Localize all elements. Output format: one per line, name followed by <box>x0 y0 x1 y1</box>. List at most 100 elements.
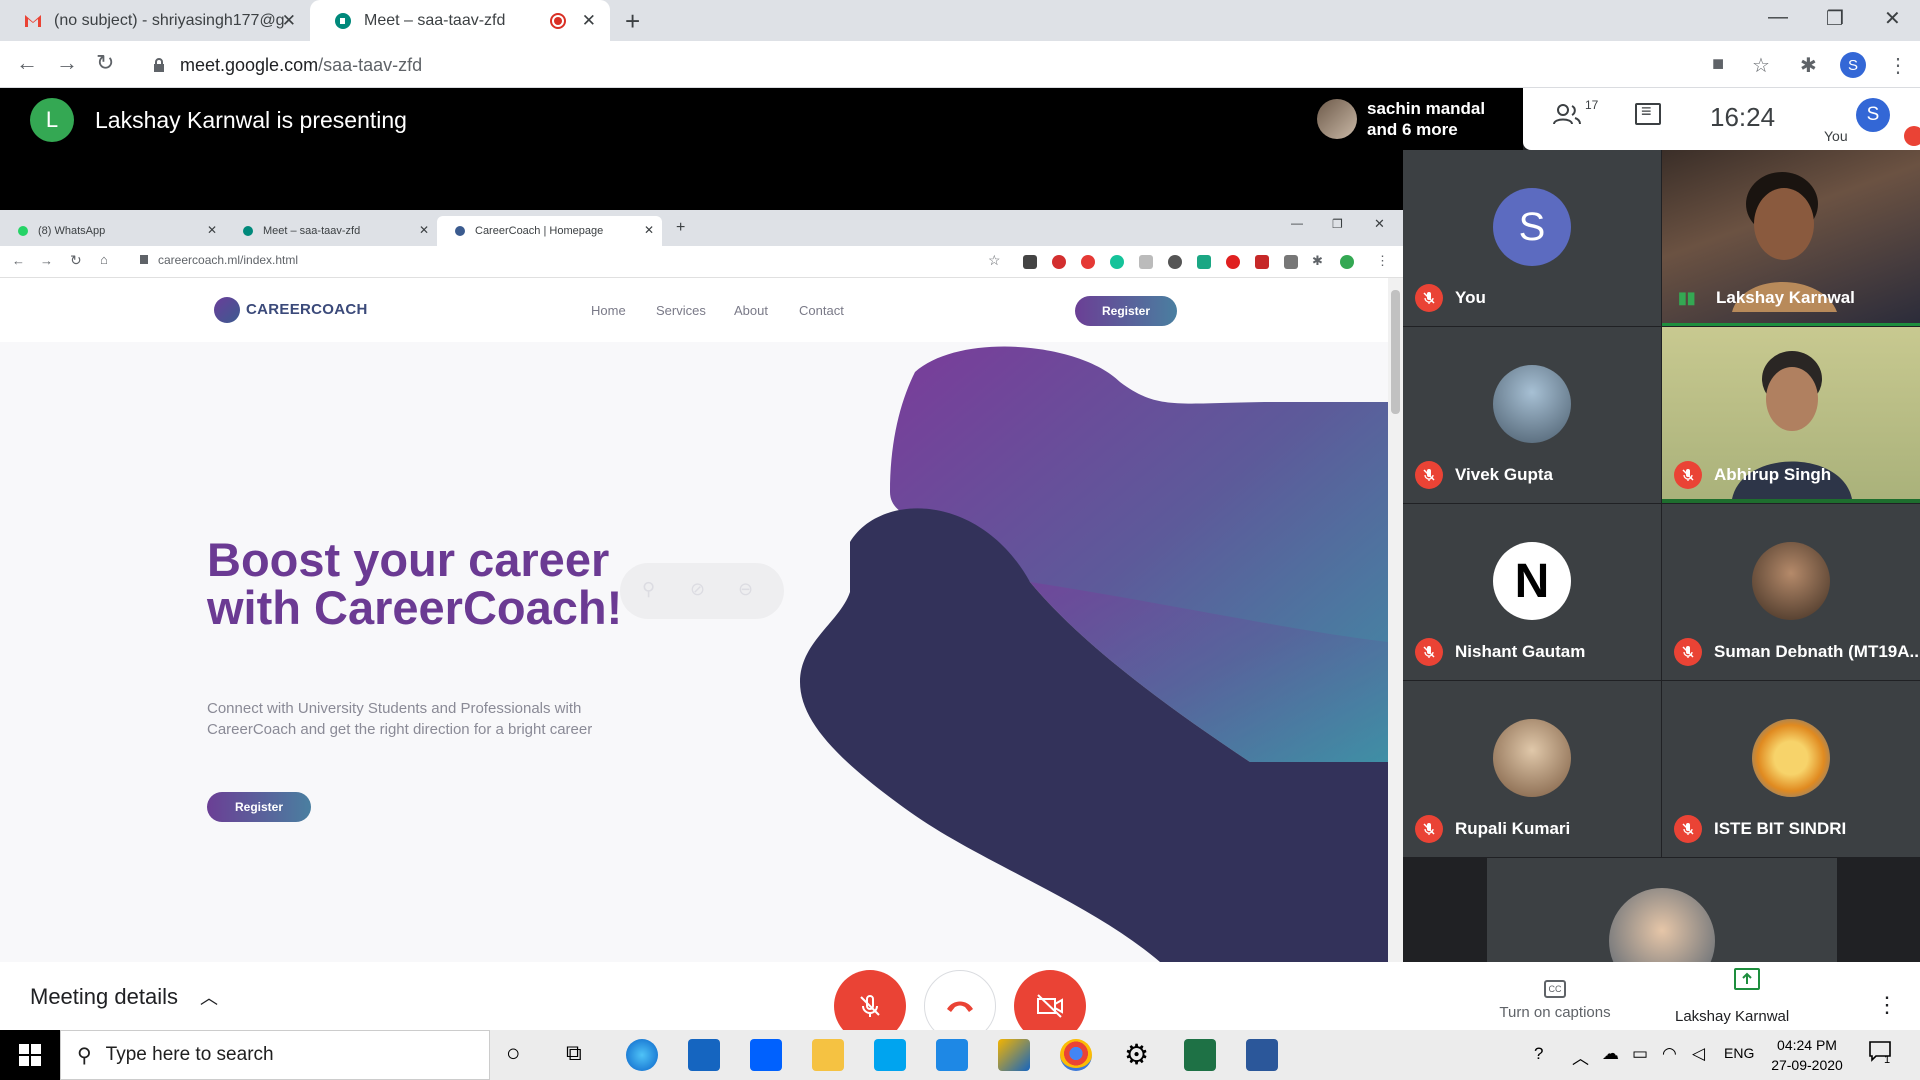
forward-icon[interactable]: → <box>56 50 78 76</box>
camera-blocked-icon[interactable]: ■ <box>1712 53 1724 76</box>
url-field[interactable]: meet.google.com/saa-taav-zfd <box>140 46 1720 84</box>
close-tab-icon[interactable]: ✕ <box>582 11 596 31</box>
participant-video-tile[interactable]: ▮▮ Lakshay Karnwal <box>1662 150 1920 326</box>
self-avatar[interactable]: S <box>1856 98 1890 132</box>
help-icon[interactable]: ? <box>1534 1044 1543 1064</box>
captions-icon: CC <box>1544 980 1566 998</box>
onedrive-icon[interactable]: ☁ <box>1602 1044 1619 1064</box>
word-icon[interactable] <box>1246 1039 1278 1071</box>
close-tab-icon[interactable]: ✕ <box>282 11 296 31</box>
chat-icon[interactable] <box>1635 101 1661 125</box>
mute-icon[interactable]: ⊘ <box>690 579 705 600</box>
others-line1: sachin mandal <box>1367 99 1486 118</box>
participant-avatar <box>1317 99 1357 139</box>
lock-icon <box>140 255 148 264</box>
extension-icon <box>1284 255 1298 269</box>
remove-icon[interactable]: ⊖ <box>738 579 753 600</box>
participant-avatar <box>1752 719 1830 797</box>
chevron-up-icon[interactable]: ︿ <box>200 984 218 1010</box>
site-logo: CAREERCOACH <box>246 301 368 318</box>
careercoach-icon <box>455 226 465 236</box>
extension-icon <box>1052 255 1066 269</box>
excel-icon[interactable] <box>1184 1039 1216 1071</box>
tray-clock[interactable]: 04:24 PM 27-09-2020 <box>1762 1035 1852 1075</box>
settings-gear-icon[interactable]: ⚙ <box>1124 1038 1149 1071</box>
mail-icon[interactable] <box>936 1039 968 1071</box>
battery-icon[interactable]: ▭ <box>1632 1044 1648 1064</box>
shared-tab-strip: (8) WhatsApp ✕ Meet – saa-taav-zfd ✕ Car… <box>0 210 1403 246</box>
action-center-button[interactable]: 1 <box>1868 1040 1898 1070</box>
other-participants-chip[interactable]: sachin mandal and 6 more <box>1307 88 1523 150</box>
participant-video-tile[interactable]: Abhirup Singh <box>1662 327 1920 503</box>
participant-tile[interactable]: ISTE BIT SINDRI <box>1662 681 1920 857</box>
volume-icon[interactable]: ◁ <box>1692 1044 1705 1064</box>
vscode-icon[interactable] <box>874 1039 906 1071</box>
input-language[interactable]: ENG <box>1724 1045 1754 1061</box>
participant-tile[interactable]: Suman Debnath (MT19A... <box>1662 504 1920 680</box>
shared-address-bar: ← → ↻ ⌂ careercoach.ml/index.html ☆ ✱ ⋮ <box>0 246 1403 278</box>
profile-avatar <box>1340 255 1354 269</box>
presenting-label: Lakshay Karnwal is presenting <box>95 107 407 133</box>
profile-avatar[interactable]: S <box>1840 52 1866 78</box>
extensions-icon: ✱ <box>1312 253 1323 268</box>
self-label: You <box>1824 128 1848 144</box>
reload-icon[interactable]: ↻ <box>96 50 114 76</box>
shared-tab-title: CareerCoach | Homepage <box>475 225 604 237</box>
site-header: CAREERCOACH Home Services About Contact … <box>0 278 1388 342</box>
participant-tile[interactable]: N Nishant Gautam <box>1403 504 1661 680</box>
active-speaker-border <box>1662 323 1920 326</box>
back-icon: ← <box>12 253 25 268</box>
participant-name: Nishant Gautam <box>1455 642 1586 661</box>
menu-dots-icon: ⋮ <box>1376 253 1389 268</box>
site-register-button: Register <box>1075 296 1177 326</box>
meeting-details-button[interactable]: Meeting details <box>30 984 178 1010</box>
participant-name: Rupali Kumari <box>1455 819 1571 838</box>
taskbar-search-box[interactable]: ⚲ Type here to search <box>60 1030 490 1080</box>
more-options-icon[interactable]: ⋮ <box>1876 992 1898 1018</box>
dropbox-icon[interactable] <box>750 1039 782 1071</box>
wifi-icon[interactable]: ◠ <box>1662 1044 1677 1064</box>
captions-button[interactable]: CC Turn on captions <box>1490 980 1620 1021</box>
minimize-icon[interactable]: — <box>1768 6 1788 29</box>
participant-tile[interactable]: S You <box>1403 150 1661 326</box>
hero-register-button: Register <box>207 792 311 822</box>
maximize-icon[interactable]: ❐ <box>1826 6 1844 31</box>
participant-grid: S You ▮▮ Lakshay Karnwal Vivek Gupta Abh… <box>1403 150 1920 962</box>
back-icon[interactable]: ← <box>16 50 38 76</box>
participant-tile[interactable] <box>1487 858 1837 962</box>
tab-gmail[interactable]: (no subject) - shriyasingh177@gr ✕ <box>0 0 310 41</box>
tab-meet[interactable]: Meet – saa-taav-zfd ✕ <box>310 0 610 41</box>
extension-icon <box>1023 255 1037 269</box>
site-nav-contact: Contact <box>799 303 844 318</box>
close-icon: ✕ <box>206 223 217 237</box>
close-icon: ✕ <box>643 223 654 237</box>
cortana-icon[interactable]: ○ <box>506 1040 521 1068</box>
meet-bottom-bar: Meeting details ︿ CC Turn on captions La… <box>0 962 1920 1042</box>
extensions-icon[interactable]: ✱ <box>1800 53 1817 78</box>
shared-tab-meet: Meet – saa-taav-zfd ✕ <box>225 216 437 246</box>
edge-icon[interactable] <box>626 1039 658 1071</box>
bookmark-star-icon[interactable]: ☆ <box>1752 53 1770 78</box>
new-tab-button[interactable]: + <box>625 6 640 37</box>
task-view-icon[interactable]: ⧉ <box>566 1040 582 1066</box>
paint-icon[interactable] <box>998 1039 1030 1071</box>
close-window-icon[interactable]: ✕ <box>1884 6 1901 31</box>
participant-tile[interactable]: Vivek Gupta <box>1403 327 1661 503</box>
present-now-icon[interactable] <box>1734 968 1760 990</box>
participant-name: Vivek Gupta <box>1455 465 1553 484</box>
captions-label: Turn on captions <box>1499 1004 1611 1021</box>
menu-dots-icon[interactable]: ⋮ <box>1888 53 1908 78</box>
participant-tile[interactable]: Rupali Kumari <box>1403 681 1661 857</box>
show-hidden-icons-icon[interactable]: ︿ <box>1572 1044 1589 1069</box>
participant-name: Abhirup Singh <box>1714 465 1832 484</box>
file-explorer-icon[interactable] <box>812 1039 844 1071</box>
pin-icon[interactable]: ⚲ <box>642 579 655 600</box>
meet-top-bar: sachin mandal and 6 more 17 16:24 S You <box>1307 88 1920 150</box>
store-icon[interactable] <box>688 1039 720 1071</box>
start-button[interactable] <box>0 1030 60 1080</box>
windows-taskbar: ⚲ Type here to search ○ ⧉ ⚙ ? ︿ ☁ ▭ ◠ ◁ … <box>0 1030 1920 1080</box>
tab-title: (no subject) - shriyasingh177@gr <box>54 11 284 29</box>
chrome-icon[interactable] <box>1060 1039 1092 1071</box>
scrollbar-thumb <box>1391 290 1400 414</box>
people-icon[interactable] <box>1553 102 1581 133</box>
